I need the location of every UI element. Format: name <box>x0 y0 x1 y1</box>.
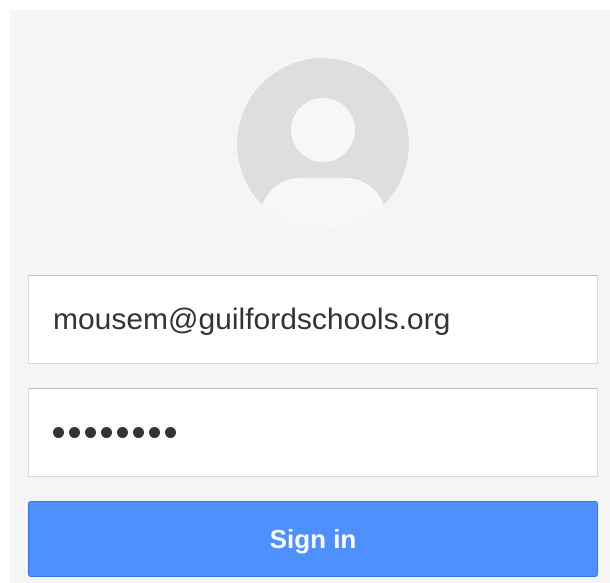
profile-avatar-icon <box>223 58 423 230</box>
password-field[interactable] <box>28 388 598 477</box>
email-value: mousem@guilfordschools.org <box>53 302 451 336</box>
login-card: mousem@guilfordschools.org Sign in <box>10 10 610 583</box>
email-field[interactable]: mousem@guilfordschools.org <box>28 275 598 364</box>
sign-in-button[interactable]: Sign in <box>28 501 598 577</box>
password-mask <box>53 427 176 438</box>
sign-in-label: Sign in <box>269 523 357 554</box>
